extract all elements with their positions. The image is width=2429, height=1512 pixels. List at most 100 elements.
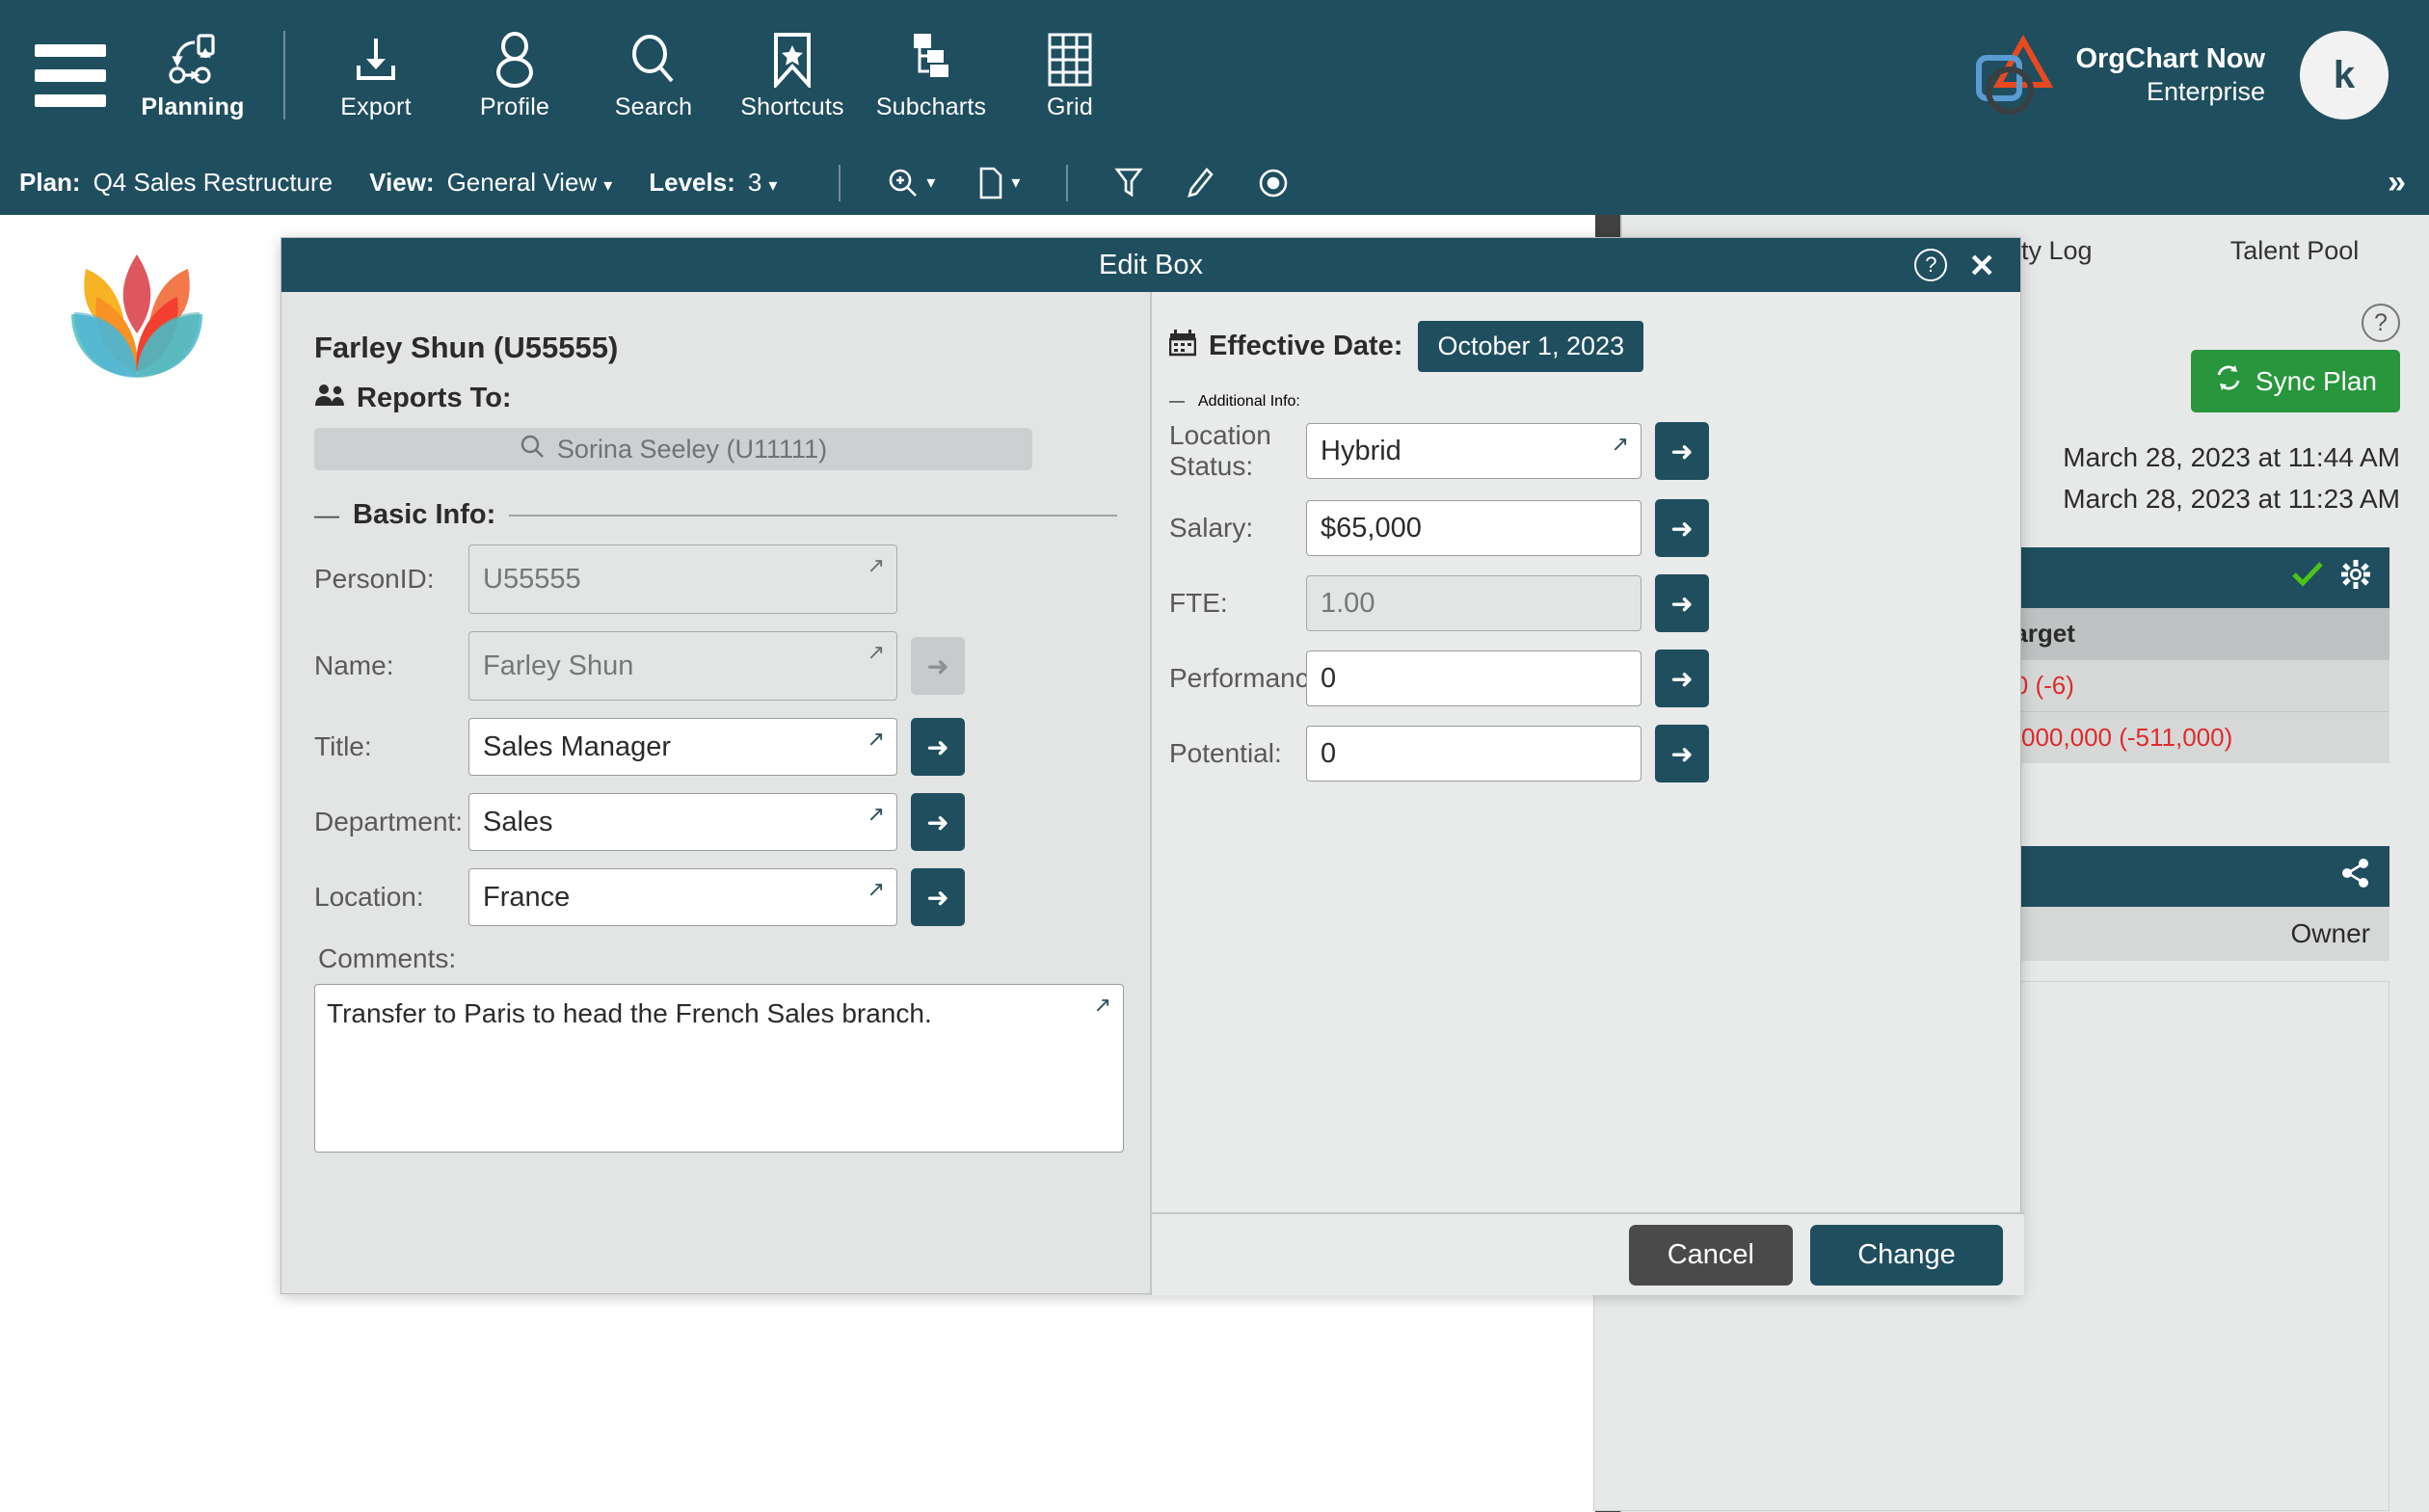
collapse-icon[interactable]: — (314, 500, 339, 530)
potential-label: Potential: (1169, 738, 1282, 768)
planning-icon (164, 30, 222, 90)
effective-date-value[interactable]: October 1, 2023 (1418, 321, 1644, 372)
tab-talent-pool[interactable]: Talent Pool (2160, 225, 2429, 283)
chevron-down-icon: ➜ (1670, 436, 1694, 466)
collapse-icon[interactable]: — (1169, 393, 1185, 411)
location-dropdown-button[interactable]: ➜ (911, 868, 965, 926)
reports-to-field[interactable]: Sorina Seeley (U11111) (314, 428, 1032, 470)
external-link-icon[interactable]: ↗ (868, 877, 885, 902)
search-icon (627, 30, 681, 90)
external-link-icon[interactable]: ↗ (868, 640, 885, 665)
hamburger-icon[interactable] (17, 43, 123, 107)
location-status-label: Location Status: (1169, 420, 1271, 481)
nav-search[interactable]: Search (584, 0, 723, 150)
sync-plan-label: Sync Plan (2255, 365, 2377, 396)
sync-icon (2214, 363, 2243, 399)
subcharts-icon (904, 30, 958, 90)
location-status-input[interactable]: Hybrid ↗ (1306, 423, 1642, 479)
filter-icon[interactable] (1114, 167, 1144, 199)
name-value: Farley Shun (483, 650, 634, 681)
basic-info-legend: — Basic Info: (314, 499, 1117, 531)
date-created: March 28, 2023 at 11:23 AM (2063, 484, 2400, 515)
help-icon[interactable]: ? (2362, 304, 2400, 342)
external-link-icon[interactable]: ↗ (868, 553, 885, 578)
external-link-icon[interactable]: ↗ (868, 727, 885, 752)
location-status-dropdown-button[interactable]: ➜ (1655, 422, 1709, 480)
headcount-target: 20 (-6) (1987, 659, 2389, 712)
nav-export[interactable]: Export (307, 0, 445, 150)
share-icon[interactable] (2341, 859, 2370, 894)
potential-dropdown-button[interactable]: ➜ (1655, 725, 1709, 783)
performance-dropdown-button[interactable]: ➜ (1655, 650, 1709, 707)
external-link-icon[interactable]: ↗ (1094, 993, 1111, 1018)
dialog-titlebar[interactable]: Edit Box ? ✕ (281, 238, 2020, 292)
salary-dropdown-button[interactable]: ➜ (1655, 499, 1709, 557)
visibility-icon[interactable] (1257, 167, 1290, 199)
chevron-down-icon: ➜ (1670, 588, 1694, 619)
view-label: View: (369, 168, 435, 197)
performance-input[interactable]: 0 (1306, 650, 1642, 706)
nav-label: Grid (1046, 93, 1094, 120)
chevron-down-icon: ➜ (926, 650, 949, 681)
comments-label: Comments: (318, 943, 457, 973)
field-row-location: Location: France ↗ ➜ (314, 868, 1117, 926)
nav-shortcuts[interactable]: Shortcuts (723, 0, 862, 150)
dialog-footer: Cancel Change (1152, 1212, 2024, 1295)
cancel-button[interactable]: Cancel (1628, 1224, 1793, 1286)
location-input[interactable]: France ↗ (468, 868, 897, 926)
name-label: Name: (314, 650, 394, 680)
nav-grid[interactable]: Grid (1001, 0, 1139, 150)
department-dropdown-button[interactable]: ➜ (911, 793, 965, 851)
plan-value[interactable]: Q4 Sales Restructure (93, 168, 334, 198)
highlighter-icon[interactable] (1186, 167, 1214, 199)
title-input[interactable]: Sales Manager ↗ (468, 718, 897, 776)
chevron-down-icon: ➜ (1670, 663, 1694, 694)
check-icon[interactable] (2291, 561, 2324, 595)
column-target: Target (1987, 608, 2389, 660)
title-dropdown-button[interactable]: ➜ (911, 718, 965, 776)
salary-input[interactable]: $65,000 (1306, 500, 1642, 556)
header-divider (283, 31, 285, 119)
department-input[interactable]: Sales ↗ (468, 793, 897, 851)
grid-icon (1045, 30, 1095, 90)
view-select[interactable]: General View ▾ (447, 168, 613, 198)
fte-value: 1.00 (1321, 587, 1375, 619)
performance-label: Performance: (1169, 663, 1332, 693)
nav-profile[interactable]: Profile (445, 0, 584, 150)
potential-value: 0 (1321, 737, 1337, 769)
department-label: Department: (314, 807, 464, 836)
chevron-down-icon: ➜ (926, 882, 949, 913)
field-row-potential: Potential: 0 ➜ (1169, 725, 2020, 783)
potential-input[interactable]: 0 (1306, 726, 1642, 782)
page-dropdown-icon[interactable]: ▾ (977, 167, 1020, 199)
location-label: Location: (314, 882, 424, 912)
chevron-down-icon: ▾ (603, 175, 613, 195)
external-link-icon[interactable]: ↗ (868, 802, 885, 827)
field-row-department: Department: Sales ↗ ➜ (314, 793, 1117, 851)
toolbar-divider (839, 164, 841, 201)
external-link-icon[interactable]: ↗ (1612, 432, 1629, 457)
comments-textarea[interactable]: Transfer to Paris to head the French Sal… (314, 984, 1124, 1153)
nav-subcharts[interactable]: Subcharts (862, 0, 1001, 150)
sync-plan-button[interactable]: Sync Plan (2190, 350, 2400, 412)
legend-rule (509, 514, 1117, 517)
toolbar-divider (1066, 164, 1069, 201)
calendar-icon (1168, 329, 1197, 364)
brand-edition: Enterprise (2146, 77, 2265, 107)
zoom-dropdown-icon[interactable]: ▾ (887, 167, 935, 199)
nav-planning[interactable]: Planning (123, 0, 262, 150)
chevron-down-icon: ➜ (926, 807, 949, 837)
fte-input: 1.00 (1306, 575, 1642, 631)
levels-select[interactable]: 3 ▾ (748, 168, 778, 198)
nav-label: Shortcuts (740, 93, 844, 120)
help-icon[interactable]: ? (1914, 249, 1948, 281)
gear-icon[interactable] (2341, 560, 2370, 596)
close-icon[interactable]: ✕ (1968, 250, 1995, 281)
avatar[interactable]: k (2300, 31, 2389, 119)
fte-dropdown-button[interactable]: ➜ (1655, 574, 1709, 632)
person-header: Farley Shun (U55555) (314, 331, 619, 364)
chevron-down-icon: ➜ (926, 731, 949, 762)
department-value: Sales (483, 806, 553, 837)
change-button[interactable]: Change (1810, 1224, 2003, 1286)
expand-toolbar-icon[interactable]: » (2388, 164, 2406, 201)
